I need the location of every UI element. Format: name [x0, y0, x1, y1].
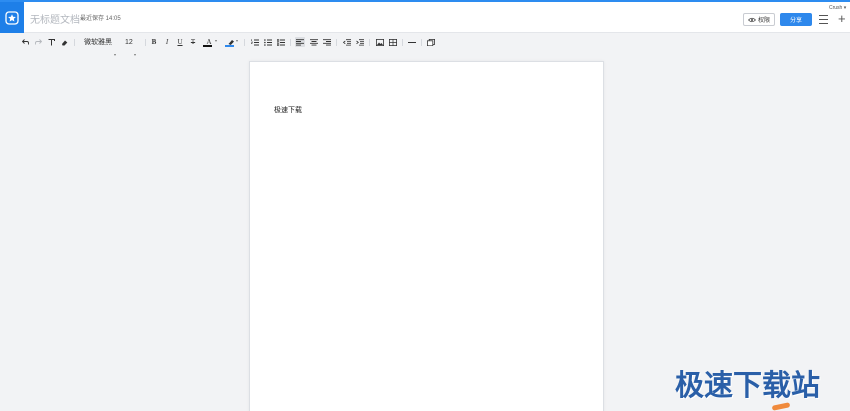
menu-icon[interactable] [819, 15, 828, 24]
header-bar: 无标题文档 最近保存 14:05 Crush ▾ 权限 分享 + [0, 2, 850, 33]
toolbar-divider [336, 39, 337, 46]
toolbar-divider [369, 39, 370, 46]
eye-icon [747, 17, 756, 22]
star-logo-icon [5, 10, 19, 25]
share-button[interactable]: 分享 [780, 13, 812, 26]
align-center-icon[interactable] [309, 37, 318, 47]
font-family-caret-icon[interactable]: ▾ [114, 52, 116, 57]
font-size-select[interactable]: 12 [125, 37, 135, 47]
font-color-swatch [203, 45, 212, 47]
horizontal-rule-icon[interactable] [407, 37, 416, 47]
align-left-icon[interactable] [295, 37, 305, 47]
underline-button[interactable]: U [176, 37, 184, 47]
checklist-icon[interactable] [276, 37, 285, 47]
redo-icon[interactable] [34, 37, 42, 47]
italic-button[interactable]: I [163, 37, 171, 47]
undo-icon[interactable] [21, 37, 29, 47]
plus-icon[interactable]: + [838, 12, 850, 26]
formatting-toolbar: 微软雅黑 12 B I U T A [0, 33, 850, 51]
ordered-list-icon[interactable] [250, 37, 259, 47]
document-page[interactable]: 极速下载 [249, 61, 604, 411]
outdent-icon[interactable] [342, 37, 351, 47]
permission-button[interactable]: 权限 [743, 13, 775, 26]
format-painter-icon[interactable] [47, 37, 55, 47]
highlight-color-swatch [225, 45, 234, 47]
copy-icon[interactable] [426, 37, 435, 47]
document-title[interactable]: 无标题文档 [30, 11, 80, 26]
align-right-icon[interactable] [322, 37, 331, 47]
font-color-caret-icon[interactable]: ▾ [215, 38, 217, 43]
image-icon[interactable] [375, 37, 384, 47]
document-body-text[interactable]: 极速下载 [274, 105, 302, 115]
indent-icon[interactable] [355, 37, 364, 47]
strikethrough-button[interactable]: T [189, 37, 197, 47]
font-family-select[interactable]: 微软雅黑 [84, 37, 112, 47]
toolbar-divider [244, 39, 245, 46]
toolbar-divider [290, 39, 291, 46]
watermark-logo: 极速下载站 [675, 368, 821, 402]
toolbar-divider [402, 39, 403, 46]
highlight-caret-icon[interactable]: ▾ [236, 38, 238, 43]
bold-button[interactable]: B [150, 37, 158, 47]
app-logo[interactable] [0, 2, 24, 33]
bullet-list-icon[interactable] [263, 37, 272, 47]
toolbar-divider [421, 39, 422, 46]
permission-label: 权限 [757, 18, 770, 24]
clear-format-icon[interactable] [60, 37, 68, 47]
save-status: 最近保存 14:05 [80, 16, 121, 22]
toolbar-divider [74, 39, 75, 46]
font-size-caret-icon[interactable]: ▾ [134, 52, 136, 57]
toolbar-divider [145, 39, 146, 46]
table-icon[interactable] [388, 37, 397, 47]
